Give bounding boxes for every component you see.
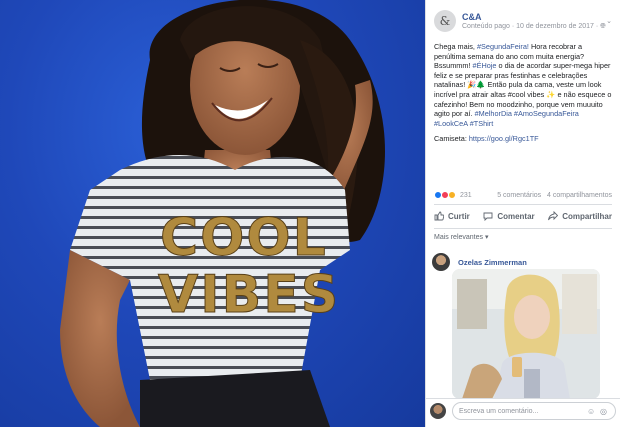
post-text-segment: Chega mais, [434, 42, 477, 51]
comments-count[interactable]: 5 comentários [497, 192, 541, 199]
hashtag-link[interactable]: #SegundaFeira! [477, 42, 529, 51]
post-paragraph: Chega mais, #SegundaFeira! Hora recobrar… [434, 42, 612, 128]
post-header: & C&A Conteúdo pago · 10 de dezembro de … [426, 0, 620, 38]
globe-icon: 🌐︎ [600, 22, 606, 30]
shirt-print-vibes: VIBES [158, 265, 340, 325]
comment-label: Comentar [497, 211, 535, 221]
post-paragraph: Camiseta: https://goo.gl/Rgc1TF [434, 134, 612, 144]
post-photo[interactable]: COOL VIBES [0, 0, 425, 427]
post-meta: Conteúdo pago · 10 de dezembro de 2017 ·… [462, 23, 606, 31]
comment-gif[interactable] [452, 269, 600, 399]
page-name[interactable]: C&A [462, 12, 602, 22]
product-link[interactable]: https://goo.gl/Rgc1TF [469, 134, 539, 143]
hashtag-link[interactable]: #LookCeA [434, 119, 468, 128]
camiseta-label: Camiseta: [434, 134, 469, 144]
post-options-chevron-icon[interactable]: ⌄ [606, 17, 612, 25]
shirt-print-cool: COOL [160, 208, 328, 268]
page-logo-glyph: & [439, 14, 451, 28]
reactions-summary: 231 5 comentários 4 compartilhamentos [434, 188, 612, 202]
comments-shares-count: 5 comentários 4 compartilhamentos [497, 192, 612, 199]
hashtag-link[interactable]: #AmoSegundaFeira [514, 109, 579, 118]
post-body-text: Chega mais, #SegundaFeira! Hora recobrar… [426, 38, 620, 144]
post-side-panel: & C&A Conteúdo pago · 10 de dezembro de … [425, 0, 620, 427]
haha-reaction-icon[interactable] [448, 191, 456, 199]
hashtag-link[interactable]: #ÉHoje [473, 61, 497, 70]
comment-input-placeholder: Escreva um comentário... [459, 407, 539, 415]
gif-illustration [452, 269, 600, 399]
comment-sort-dropdown[interactable]: Mais relevantes ▾ [434, 233, 488, 241]
comment-input[interactable]: Escreva um comentário... ☺ ◎ [452, 402, 616, 420]
hashtag-link[interactable]: #TShirt [470, 119, 494, 128]
share-arrow-icon [548, 211, 559, 221]
like-button[interactable]: Curtir [434, 211, 470, 221]
shares-count[interactable]: 4 compartilhamentos [547, 192, 612, 199]
comment-bubble-icon [483, 212, 493, 221]
comment-button[interactable]: Comentar [483, 211, 535, 221]
divider [434, 228, 612, 229]
avatar [430, 403, 446, 419]
divider [434, 204, 612, 205]
divider [426, 398, 620, 399]
post-actions-bar: Curtir Comentar Compartilhar [434, 206, 612, 226]
camera-icon[interactable]: ◎ [600, 407, 609, 416]
emoji-icon: 🎉🌲 [467, 80, 486, 90]
post-meta-text[interactable]: Conteúdo pago · 10 de dezembro de 2017 · [462, 23, 600, 30]
comment-composer: Escreva um comentário... ☺ ◎ [430, 400, 616, 422]
like-label: Curtir [448, 211, 470, 221]
reaction-count[interactable]: 231 [460, 192, 472, 199]
comment-author[interactable]: Ozelas Zimmerman [458, 258, 527, 267]
share-label: Compartilhar [562, 211, 612, 221]
page-avatar[interactable]: & [434, 10, 456, 32]
share-button[interactable]: Compartilhar [548, 211, 612, 221]
hashtag-link[interactable]: #MelhorDia [475, 109, 512, 118]
avatar[interactable] [432, 253, 450, 271]
post-header-text: C&A Conteúdo pago · 10 de dezembro de 20… [462, 12, 606, 31]
model-photo-illustration: COOL VIBES [60, 0, 385, 427]
emoji-icon[interactable]: ☺ [587, 407, 596, 416]
thumbs-up-icon [434, 211, 444, 221]
